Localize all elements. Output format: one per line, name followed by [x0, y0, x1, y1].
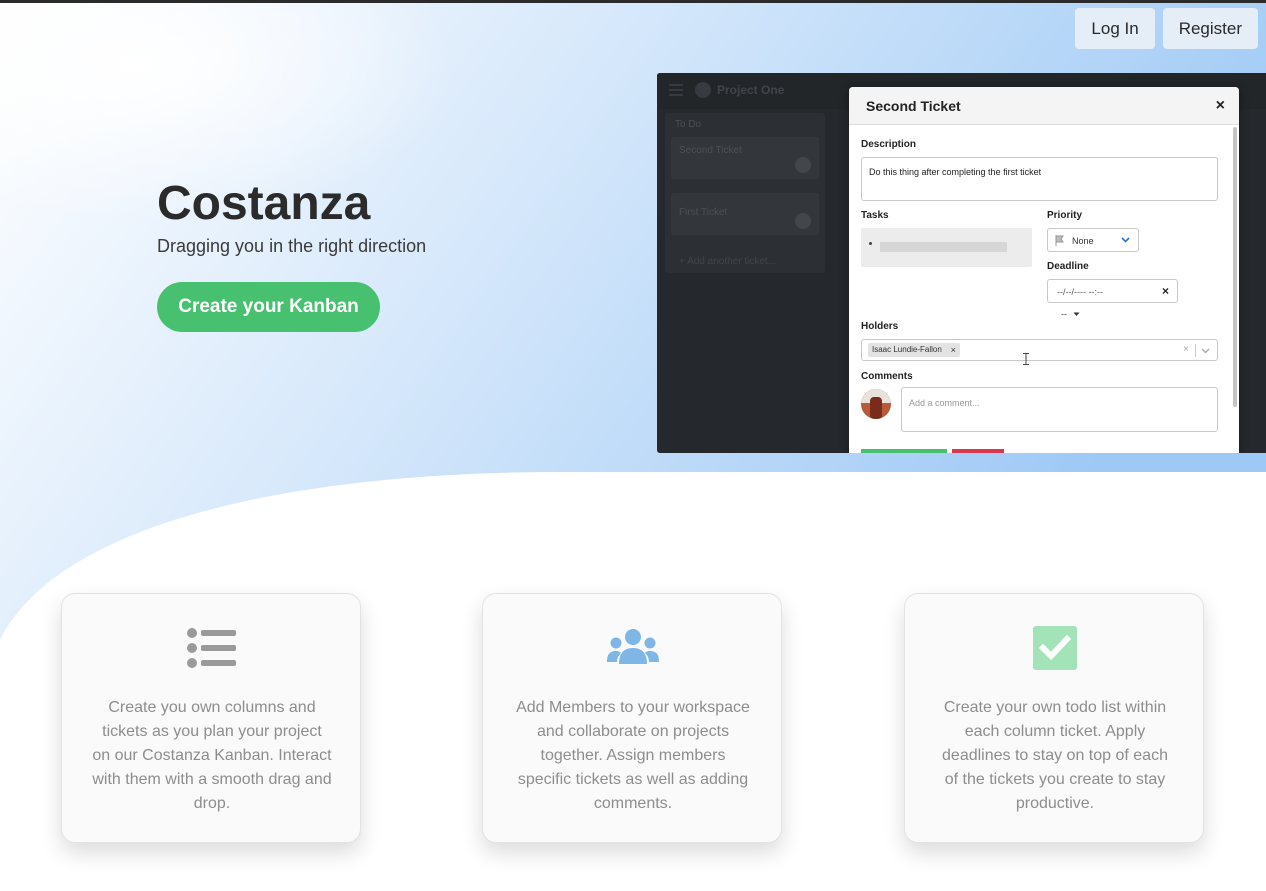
clear-deadline-icon: ×	[1161, 284, 1169, 298]
ticket-modal: Second Ticket × Description Do this thin…	[849, 87, 1239, 453]
holders-label: Holders	[861, 321, 899, 332]
feature-card-members: Add Members to your workspace and collab…	[482, 593, 782, 843]
comment-field: Add a comment...	[901, 387, 1218, 432]
create-kanban-button[interactable]: Create your Kanban	[157, 282, 380, 332]
feature-text: Add Members to your workspace and collab…	[516, 699, 750, 812]
save-button	[861, 449, 947, 453]
holders-select: Isaac Lundie-Fallon × ×	[861, 339, 1218, 361]
modal-title: Second Ticket	[866, 98, 961, 114]
avatar	[861, 389, 891, 419]
tasks-label: Tasks	[861, 210, 889, 221]
description-field: Do this thing after completing the first…	[861, 157, 1218, 201]
time-select-value: --	[1061, 309, 1067, 319]
chevron-down-icon	[1073, 312, 1080, 316]
priority-select: None	[1047, 228, 1139, 252]
close-icon: ×	[1215, 97, 1225, 114]
priority-value: None	[1072, 236, 1094, 246]
task-item	[880, 242, 1007, 252]
landing-page: Log In Register Costanza Dragging you in…	[0, 0, 1266, 891]
modal-header: Second Ticket ×	[849, 87, 1239, 125]
holder-chip-name: Isaac Lundie-Fallon	[872, 345, 942, 354]
users-icon	[607, 629, 659, 664]
register-button[interactable]: Register	[1162, 8, 1258, 49]
hero-title: Costanza	[157, 177, 371, 230]
login-button[interactable]: Log In	[1075, 8, 1155, 49]
tasks-list	[861, 228, 1032, 267]
checkbox-icon	[1033, 626, 1077, 670]
clear-holders-icon: ×	[1183, 344, 1189, 355]
feature-card-columns: Create you own columns and tickets as yo…	[61, 593, 361, 843]
window-top-border	[0, 0, 1266, 3]
text-cursor-icon	[1023, 353, 1029, 365]
description-label: Description	[861, 139, 917, 150]
feature-text: Create you own columns and tickets as yo…	[92, 699, 332, 812]
flag-icon	[1055, 235, 1064, 246]
list-icon	[187, 628, 236, 668]
app-preview-screenshot: Project One To Do Second Ticket First Ti…	[657, 73, 1266, 453]
deadline-input: --/--/---- --:-- ×	[1047, 279, 1178, 303]
chevron-down-icon	[1201, 348, 1210, 354]
modal-scrollbar	[1233, 127, 1237, 407]
holder-chip: Isaac Lundie-Fallon ×	[868, 343, 960, 357]
feature-text: Create your own todo list within each co…	[942, 699, 1168, 812]
priority-label: Priority	[1047, 210, 1083, 221]
bullet-icon	[869, 242, 872, 245]
remove-holder-icon: ×	[950, 345, 956, 355]
hero-subtitle: Dragging you in the right direction	[157, 236, 427, 256]
top-nav: Log In Register	[1075, 8, 1258, 49]
time-select: --	[1061, 309, 1080, 319]
deadline-placeholder: --/--/---- --:--	[1057, 287, 1103, 297]
chevron-down-icon	[1121, 237, 1130, 243]
delete-button	[952, 449, 1004, 453]
feature-card-todo: Create your own todo list within each co…	[904, 593, 1204, 843]
select-divider	[1195, 344, 1196, 357]
deadline-label: Deadline	[1047, 261, 1089, 272]
comments-label: Comments	[861, 371, 913, 382]
